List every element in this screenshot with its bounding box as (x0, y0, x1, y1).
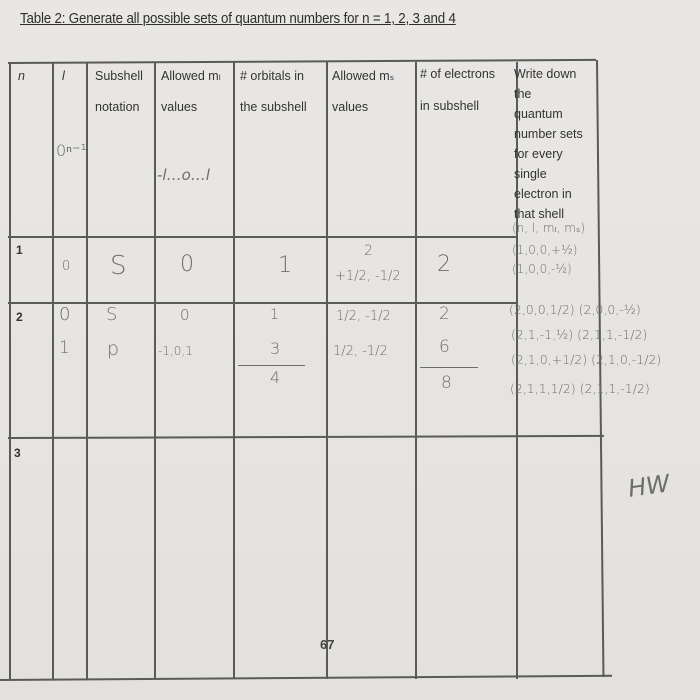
header-subshell-line2: notation (95, 100, 140, 114)
header-sets-line4: number sets (514, 127, 583, 141)
electrons-sum-line (420, 367, 478, 368)
col-divider-n-l (52, 62, 54, 679)
header-ml-line2: values (161, 100, 198, 114)
header-sets-line2: the (514, 87, 532, 101)
row-2a-ms: 1/2, -1/2 (336, 309, 391, 324)
worksheet-page: Table 2: Generate all possible sets of q… (0, 0, 700, 700)
row-1-subshell: S (110, 251, 127, 281)
row-2-set-3: (2,1,0,+1/2) (2,1,0,-1/2) (511, 352, 662, 367)
row-2a-subshell: S (106, 304, 118, 325)
margin-note-hw: HW (626, 469, 672, 503)
header-sets-line1: Write down (514, 67, 577, 81)
row-2-set-1: (2,0,0,1/2) (2,0,0,-½) (509, 302, 641, 317)
header-orbitals-line2: the subshell (240, 100, 307, 114)
header-ml-line1: Allowed mₗ (161, 69, 221, 83)
col-divider-ms-electrons (415, 62, 417, 679)
header-orbitals-line1: # orbitals in (240, 69, 304, 83)
header-sets-line7: electron in (514, 187, 572, 201)
table-title: Table 2: Generate all possible sets of q… (20, 11, 456, 27)
orbitals-sum-line (238, 365, 305, 366)
row-2b-ml: -1,0,1 (158, 344, 193, 358)
header-l: l (62, 69, 65, 83)
row-1-n: 1 (16, 243, 23, 257)
col-divider-orbitals-ms (326, 62, 328, 679)
row-1-l: 0 (62, 259, 71, 274)
row-1-orbitals: 1 (278, 253, 292, 278)
row-2b-electrons: 6 (439, 337, 450, 357)
header-electrons-line2: in subshell (420, 99, 480, 113)
annotation-l-rule: 0ⁿ⁻¹ (56, 141, 87, 160)
row-2a-l: 0 (59, 304, 71, 325)
row-2a-orbitals: 1 (270, 307, 279, 323)
annotation-ml-rule: -l…o…l (157, 166, 210, 184)
col-border-left (9, 62, 11, 679)
header-electrons-line1: # of electrons (420, 67, 496, 81)
header-sets-line3: quantum (514, 107, 563, 121)
row-1-set-1: (1,0,0,+½) (512, 243, 578, 257)
header-subshell-line1: Subshell (95, 69, 143, 83)
col-border-right (596, 59, 604, 677)
page-number: 67 (320, 637, 335, 652)
header-sets-line5: for every (514, 147, 563, 161)
row-divider-header (8, 236, 516, 238)
row-2-electrons-total: 8 (441, 373, 452, 393)
header-ms-line1: Allowed mₛ (332, 69, 395, 83)
row-3-n: 3 (14, 446, 21, 460)
row-2b-subshell: p (107, 338, 120, 360)
row-1-set-2: (1,0,0,-½) (512, 262, 572, 276)
row-2b-l: 1 (59, 338, 70, 358)
header-sets-line6: single (514, 167, 547, 181)
row-2-orbitals-total: 4 (270, 368, 281, 387)
row-2a-electrons: 2 (439, 304, 450, 324)
header-ms-line2: values (332, 100, 369, 114)
header-n: n (18, 69, 25, 83)
header-sets-line8: that shell (514, 207, 565, 221)
table-border-top (7, 58, 596, 64)
row-2a-ml: 0 (180, 306, 190, 324)
row-2-set-4: (2,1,1,1/2) (2,1,1,-1/2) (510, 381, 650, 396)
row-1-ml: 0 (180, 252, 194, 277)
row-divider-2 (7, 434, 604, 439)
row-2-n: 2 (16, 310, 23, 324)
annotation-sets-format: (n, l, mₗ, mₛ) (512, 221, 586, 235)
row-1-electrons: 2 (437, 252, 451, 277)
row-1-ms-count: 2 (364, 243, 373, 259)
table-border-bottom (0, 674, 612, 681)
col-divider-ml-orbitals (233, 62, 235, 679)
row-2b-ms: 1/2, -1/2 (333, 344, 388, 359)
row-1-ms: +1/2, -1/2 (335, 269, 401, 284)
col-divider-subshell-ml (154, 62, 156, 679)
row-2-set-2: (2,1,-1,½) (2,1,1,-1/2) (511, 327, 648, 342)
row-2b-orbitals: 3 (270, 339, 281, 358)
